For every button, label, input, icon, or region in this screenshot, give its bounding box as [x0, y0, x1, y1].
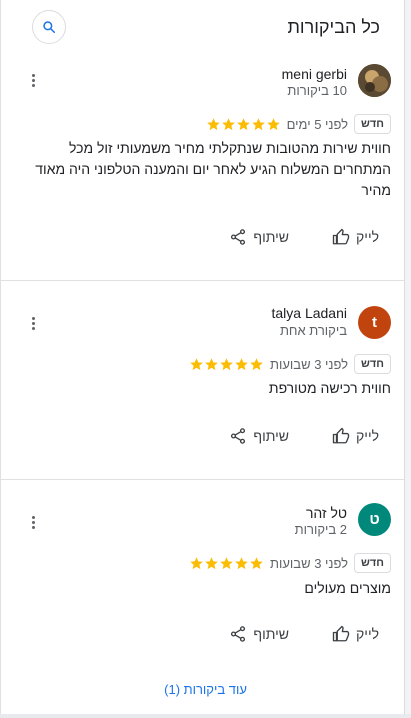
star-icon — [235, 556, 248, 569]
star-icon — [235, 357, 248, 370]
review-meta: לפני 3 שבועות חדש — [189, 353, 391, 375]
scrollbar-track[interactable] — [404, 0, 411, 718]
thumbs-up-icon — [332, 228, 350, 245]
star-icon — [221, 117, 235, 130]
star-icon — [206, 117, 220, 130]
new-badge: חדש — [354, 114, 391, 134]
reviewer-review-count: ביקורת אחת — [279, 323, 347, 338]
reviewer-avatar[interactable]: ט — [358, 503, 391, 536]
star-icon — [250, 556, 263, 569]
like-label: לייק — [356, 229, 379, 245]
more-reviews-link[interactable]: עוד ביקורות (1) — [164, 682, 247, 697]
review-date: לפני 3 שבועות — [270, 555, 349, 571]
reviewer-review-count: 10 ביקורות — [287, 83, 347, 98]
star-rating — [189, 556, 264, 571]
more-options-button[interactable] — [25, 512, 41, 532]
like-button[interactable]: לייק — [332, 228, 379, 246]
star-icon — [266, 117, 280, 130]
share-label: שיתוף — [253, 428, 289, 444]
star-icon — [251, 117, 265, 130]
review-meta: לפני 5 ימים חדש — [206, 113, 391, 135]
page-title: כל הביקורות — [287, 17, 381, 37]
divider — [1, 479, 405, 480]
share-icon — [231, 428, 246, 444]
like-button[interactable]: לייק — [332, 625, 379, 643]
star-rating — [189, 357, 264, 372]
review-date: לפני 3 שבועות — [270, 356, 349, 372]
like-button[interactable]: לייק — [332, 427, 379, 445]
avatar-photo-icon — [358, 64, 391, 97]
star-icon — [220, 556, 233, 569]
thumbs-up-icon — [332, 625, 350, 642]
reviews-header: כל הביקורות — [0, 0, 405, 56]
new-badge: חדש — [354, 553, 391, 573]
star-icon — [190, 556, 203, 569]
share-label: שיתוף — [253, 626, 289, 642]
review-date: לפני 5 ימים — [286, 116, 349, 132]
share-button[interactable]: שיתוף — [229, 427, 289, 445]
star-icon — [205, 357, 218, 370]
reviewer-avatar[interactable] — [358, 64, 391, 97]
reviewer-review-count: 2 ביקורות — [294, 522, 347, 537]
star-icon — [236, 117, 250, 130]
thumbs-up-icon — [332, 427, 350, 444]
star-icon — [250, 357, 263, 370]
like-label: לייק — [356, 428, 379, 444]
search-reviews-button[interactable] — [32, 10, 66, 44]
review-meta: לפני 3 שבועות חדש — [189, 552, 391, 574]
like-label: לייק — [356, 626, 379, 642]
review-text: חווית שירות מהטובות שנתקלתי מחיר משמעותי… — [35, 140, 391, 198]
new-badge: חדש — [354, 354, 391, 374]
reviewer-avatar[interactable]: t — [358, 306, 391, 339]
star-icon — [220, 357, 233, 370]
share-button[interactable]: שיתוף — [229, 228, 289, 246]
star-icon — [190, 357, 203, 370]
divider — [1, 280, 405, 281]
share-icon — [231, 626, 246, 642]
reviewer-name[interactable]: meni gerbi — [282, 66, 347, 82]
search-icon — [43, 21, 56, 34]
avatar-letter: ט — [369, 511, 380, 528]
share-label: שיתוף — [253, 229, 289, 245]
share-button[interactable]: שיתוף — [229, 625, 289, 643]
more-reviews-row: עוד ביקורות (1) — [0, 681, 411, 699]
avatar-letter: t — [372, 314, 377, 331]
review-text: מוצרים מעולים — [304, 580, 391, 596]
star-icon — [205, 556, 218, 569]
reviewer-name[interactable]: טל זהר — [306, 505, 347, 521]
reviewer-name[interactable]: talya Ladani — [271, 305, 347, 321]
more-options-button[interactable] — [25, 313, 41, 333]
share-icon — [231, 229, 246, 245]
review-text: חווית רכישה מטורפת — [268, 380, 391, 396]
star-rating — [206, 117, 281, 132]
more-options-button[interactable] — [25, 70, 41, 90]
